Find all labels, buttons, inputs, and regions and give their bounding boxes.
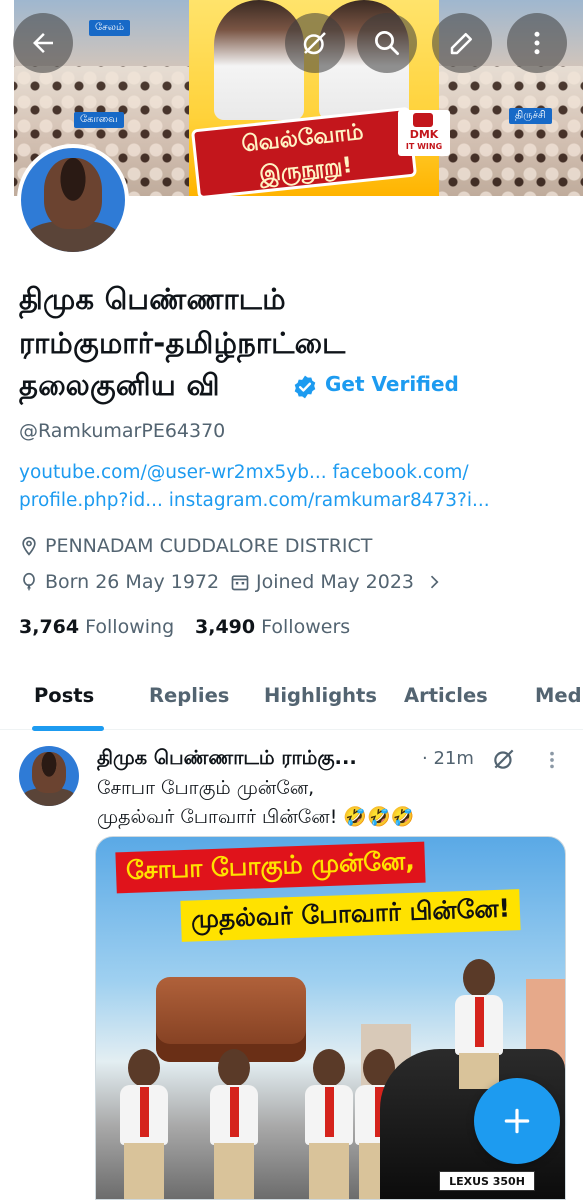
- image-caption: சோபா போகும் முன்னே,: [115, 841, 426, 894]
- profile-name-line: தலைகுனிய வி: [19, 368, 220, 402]
- location-row: PENNADAM CUDDALORE DISTRICT: [19, 535, 372, 557]
- profile-name-line: திமுக பெண்ணாடம்: [19, 282, 286, 316]
- chevron-right-icon: [430, 575, 439, 589]
- plus-icon: [504, 1108, 530, 1134]
- dmk-logo: DMK IT WING: [398, 110, 450, 156]
- search-button[interactable]: [357, 13, 417, 73]
- tab-highlights[interactable]: Highlights: [264, 684, 377, 707]
- profile-avatar[interactable]: [17, 144, 129, 256]
- image-figure: [301, 1049, 357, 1199]
- back-button[interactable]: [13, 13, 73, 73]
- tab-replies[interactable]: Replies: [149, 684, 229, 707]
- get-verified-link[interactable]: Get Verified: [325, 372, 459, 396]
- image-figure: [451, 959, 507, 1089]
- profile-tabs: Posts Replies Highlights Articles Medi: [0, 664, 583, 731]
- edit-icon: [450, 33, 472, 55]
- dmk-logo-text: DMK: [409, 128, 439, 141]
- edit-button[interactable]: [432, 13, 492, 73]
- calendar-icon: [231, 575, 249, 591]
- born-row: Born 26 May 1972: [19, 571, 219, 593]
- banner-place-tag: திருச்சி: [509, 108, 552, 124]
- profile-handle: @RamkumarPE64370: [19, 420, 226, 442]
- grok-icon[interactable]: [491, 746, 517, 772]
- compose-button[interactable]: [474, 1078, 560, 1164]
- following-count[interactable]: 3,764 Following: [19, 616, 174, 638]
- bio-links[interactable]: youtube.com/@user-wr2mx5yb... facebook.c…: [19, 462, 469, 483]
- grok-button[interactable]: [285, 13, 345, 73]
- more-vertical-icon[interactable]: [541, 749, 563, 771]
- tab-articles[interactable]: Articles: [404, 684, 488, 707]
- verified-badge-icon[interactable]: [292, 374, 318, 400]
- grok-icon: [303, 32, 326, 55]
- location-text: PENNADAM CUDDALORE DISTRICT: [45, 535, 373, 557]
- born-text: Born 26 May 1972: [45, 571, 220, 593]
- following-number: 3,764: [19, 616, 80, 638]
- image-number-plate: LEXUS 350H: [439, 1171, 535, 1191]
- post-author-avatar[interactable]: [19, 746, 79, 806]
- tab-posts[interactable]: Posts: [34, 684, 94, 707]
- bio-links[interactable]: profile.php?id... instagram.com/ramkumar…: [19, 490, 490, 511]
- image-caption: முதல்வர் போவார் பின்னே!: [180, 889, 521, 942]
- following-label: Following: [85, 616, 175, 638]
- dmk-logo-mark: [413, 113, 433, 127]
- search-icon: [375, 31, 399, 55]
- profile-name-line: ராம்குமார்-தமிழ்நாட்டை: [19, 326, 346, 360]
- more-vertical-icon: [534, 31, 540, 55]
- back-arrow-icon: [33, 33, 53, 53]
- joined-text: Joined May 2023: [256, 571, 415, 593]
- active-tab-indicator: [32, 726, 104, 731]
- avatar-face: [32, 752, 66, 793]
- tab-media[interactable]: Medi: [535, 684, 583, 707]
- banner-place-tag: சேலம்: [89, 20, 130, 36]
- dmk-logo-subtext: IT WING: [405, 142, 443, 151]
- followers-count[interactable]: 3,490 Followers: [195, 616, 350, 638]
- followers-number: 3,490: [195, 616, 256, 638]
- avatar-face: [43, 158, 103, 230]
- more-options-button[interactable]: [507, 13, 567, 73]
- post-text-line: முதல்வர் போவார் பின்னே! 🤣🤣🤣: [97, 806, 415, 828]
- image-figure: [116, 1049, 172, 1199]
- location-pin-icon: [22, 536, 36, 556]
- image-figure: [206, 1049, 262, 1199]
- balloon-icon: [23, 572, 35, 591]
- banner-place-tag: கோவை: [74, 112, 124, 128]
- post-text-line: சோபா போகும் முன்னே,: [97, 777, 315, 799]
- post-timestamp[interactable]: · 21m: [422, 748, 474, 769]
- followers-label: Followers: [261, 616, 351, 638]
- joined-row[interactable]: Joined May 2023: [230, 571, 444, 593]
- post-author-name[interactable]: திமுக பெண்ணாடம் ராம்கு...: [97, 746, 357, 772]
